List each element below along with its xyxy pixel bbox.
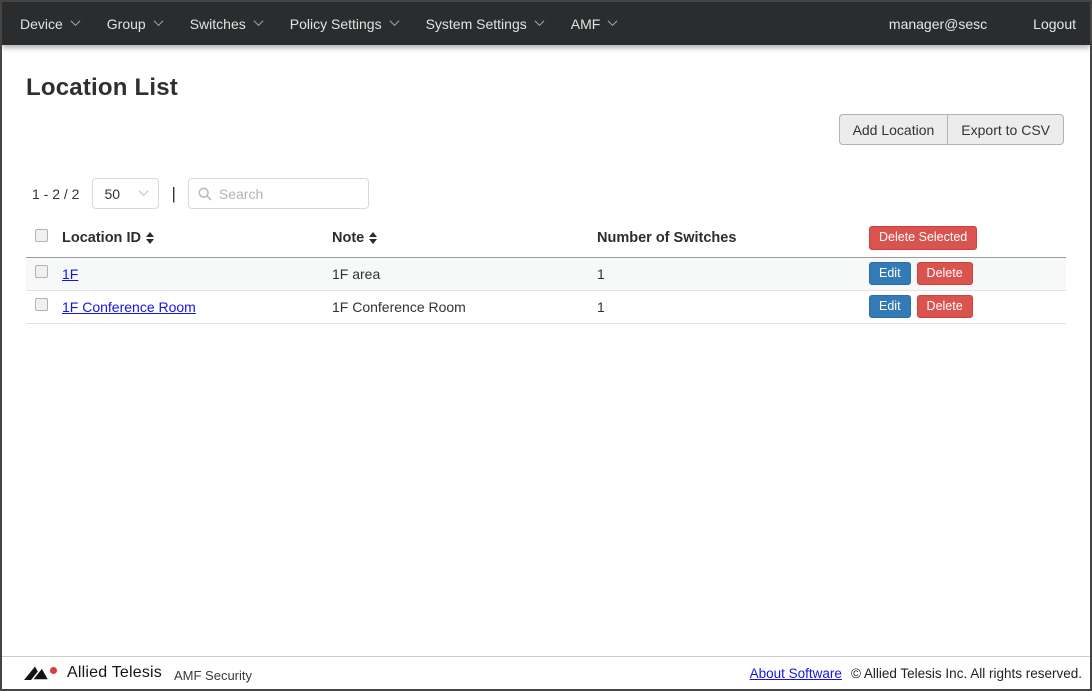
edit-button[interactable]: Edit	[869, 294, 911, 319]
delete-button[interactable]: Delete	[916, 294, 973, 319]
user-account-label[interactable]: manager@sesc	[889, 16, 987, 32]
toolbar: Add Location Export to CSV	[26, 114, 1064, 145]
nav-item-device[interactable]: Device	[6, 2, 93, 45]
row-checkbox[interactable]	[35, 264, 48, 278]
nav-item-label: AMF	[570, 15, 601, 32]
table-header-row: Location ID Note Number of Switches Dele…	[26, 222, 1066, 258]
column-header-label: Location ID	[62, 229, 141, 246]
nav-item-label: Policy Settings	[289, 15, 382, 32]
column-header-label: Note	[332, 229, 365, 246]
delete-selected-button[interactable]: Delete Selected	[869, 226, 978, 250]
search-box	[187, 178, 369, 209]
chevron-down-icon	[389, 15, 400, 26]
table-row: 1F 1F area 1 Edit Delete	[26, 257, 1066, 291]
location-table: Location ID Note Number of Switches Dele…	[26, 222, 1066, 324]
edit-button[interactable]: Edit	[869, 261, 911, 286]
nav-item-label: Switches	[189, 15, 246, 32]
chevron-down-icon	[253, 15, 264, 26]
nav-item-label: Group	[106, 15, 146, 32]
app-window: Device Group Switches Policy Settings Sy…	[0, 0, 1092, 691]
column-header-note[interactable]: Note	[332, 230, 597, 246]
list-controls: 1 - 2 / 2 50 |	[32, 178, 1066, 209]
chevron-down-icon	[534, 15, 545, 26]
chevron-down-icon	[607, 15, 618, 26]
nav-item-system-settings[interactable]: System Settings	[412, 2, 557, 45]
chevron-down-icon	[70, 15, 81, 26]
nav-item-label: System Settings	[425, 15, 527, 32]
about-software-link[interactable]: About Software	[750, 666, 842, 681]
delete-button[interactable]: Delete	[916, 261, 973, 286]
main-content: Location List Add Location Export to CSV…	[2, 74, 1090, 324]
brand: Allied Telesis AMF Security	[24, 664, 252, 683]
logout-button[interactable]: Logout	[1033, 16, 1076, 32]
sort-icon	[145, 231, 154, 244]
row-checkbox[interactable]	[35, 297, 48, 311]
product-name: AMF Security	[174, 667, 253, 683]
navbar: Device Group Switches Policy Settings Sy…	[2, 2, 1090, 45]
note-cell: 1F area	[332, 265, 381, 282]
add-location-button[interactable]: Add Location	[838, 114, 948, 145]
export-csv-button[interactable]: Export to CSV	[947, 114, 1064, 145]
brand-name: Allied Telesis	[67, 664, 162, 681]
chevron-down-icon	[139, 186, 149, 197]
allied-telesis-logo-icon	[24, 665, 57, 681]
footer: Allied Telesis AMF Security About Softwa…	[2, 656, 1090, 689]
search-input[interactable]	[218, 185, 359, 202]
page-size-value: 50	[104, 185, 121, 202]
nav-item-group[interactable]: Group	[93, 2, 176, 45]
copyright-text: © Allied Telesis Inc. All rights reserve…	[850, 665, 1082, 681]
column-header-location-id[interactable]: Location ID	[62, 230, 332, 246]
note-cell: 1F Conference Room	[332, 298, 466, 315]
select-all-checkbox[interactable]	[35, 228, 48, 242]
location-link[interactable]: 1F Conference Room	[62, 299, 196, 315]
location-link[interactable]: 1F	[62, 266, 78, 282]
nav-item-switches[interactable]: Switches	[176, 2, 276, 45]
nav-item-policy-settings[interactable]: Policy Settings	[276, 2, 412, 45]
controls-separator: |	[171, 183, 176, 203]
switch-count-cell: 1	[597, 265, 605, 282]
nav-item-label: Device	[20, 15, 63, 32]
navbar-right: manager@sesc Logout	[889, 16, 1076, 32]
column-header-label: Number of Switches	[597, 229, 737, 246]
pagination-range: 1 - 2 / 2	[32, 185, 80, 202]
sort-icon	[369, 231, 378, 244]
page-title: Location List	[26, 74, 178, 101]
page-size-select[interactable]: 50	[92, 178, 160, 209]
footer-right: About Software © Allied Telesis Inc. All…	[750, 666, 1082, 681]
nav-item-amf[interactable]: AMF	[557, 2, 631, 45]
search-icon	[198, 187, 212, 201]
nav-menu: Device Group Switches Policy Settings Sy…	[6, 2, 630, 45]
column-header-switches: Number of Switches	[597, 230, 869, 246]
table-body: 1F 1F area 1 Edit Delete 1F Conference R…	[26, 257, 1066, 324]
chevron-down-icon	[153, 15, 164, 26]
switch-count-cell: 1	[597, 298, 605, 315]
table-row: 1F Conference Room 1F Conference Room 1 …	[26, 291, 1066, 324]
